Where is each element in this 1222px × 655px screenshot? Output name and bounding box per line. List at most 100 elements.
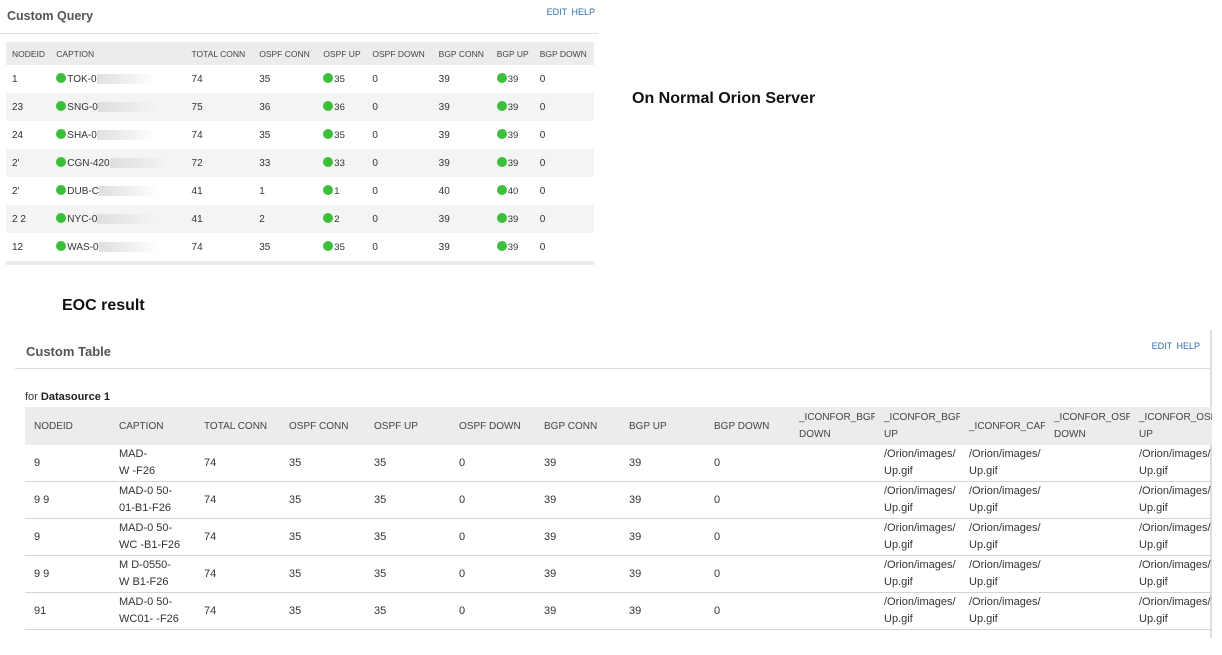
help-link[interactable]: HELP [571,7,595,17]
column-header-label: BGP CONN [544,420,598,432]
cell-ospf-down: 0 [366,233,433,265]
custom-table-panel: Custom Table EDIT HELP for Datasource 1 … [15,330,1212,640]
cell-total-conn: 74 [195,592,280,630]
node-caption-link[interactable]: DUB-C [67,186,99,197]
node-caption-link[interactable]: CGN-420 [67,158,109,169]
table-row: 9 MAD-0 50- WC -B1-F26 74 35 35 0 39 39 0/Orion/i… [25,518,1212,556]
column-header[interactable]: CAPTION [110,407,195,445]
edit-link[interactable]: EDIT [1152,341,1172,351]
icon-path-line: Up.gif [1139,502,1168,514]
help-link[interactable]: HELP [1176,341,1200,351]
column-header[interactable]: BGP CONN [535,407,620,445]
node-caption-link[interactable]: TOK-0 [67,74,96,85]
column-header[interactable]: CAPTION [50,42,186,65]
icon-path-line: Up.gif [1139,465,1168,477]
column-header-label: CAPTION [119,420,164,432]
cell-icon-bgp-down [790,555,875,593]
status-up-icon [323,129,334,139]
column-header[interactable]: _ICONFOR_OSPF DOWN [1045,407,1130,445]
cell-bgp-down: 0 [533,93,594,121]
column-header-label: UP [884,429,898,440]
column-header[interactable]: BGP DOWN [533,42,594,65]
cell-ospf-conn: 36 [253,93,318,121]
table-row: 1 TOK-0 74 35 35 0 39 39 0 [6,65,594,93]
column-header[interactable]: _ICONFOR_BGP UP [875,407,960,445]
cell-ospf-up: 35 [317,65,366,93]
node-caption-link[interactable]: SNG-0 [67,102,98,113]
column-header[interactable]: OSPF CONN [253,42,318,65]
cell-bgp-down: 0 [533,149,594,177]
column-header[interactable]: _ICONFOR_OSPF UP [1130,407,1212,445]
cell-icon-caption: /Orion/images/Up.gif [960,445,1045,482]
eoc-result-label: EOC result [62,297,145,314]
node-caption-link[interactable]: WAS-0 [67,242,98,253]
cell-icon-bgp-down [790,481,875,519]
cell-ospf-down: 0 [366,205,433,233]
cell-bgp-up: 39 [620,555,705,593]
column-header[interactable]: TOTAL CONN [195,407,280,445]
icon-path-line: /Orion/images/ [1139,522,1211,534]
cell-caption: MAD-0 50- WC01- -F26 [110,592,195,630]
column-header[interactable]: OSPF DOWN [450,407,535,445]
cell-bgp-up: 39 [620,592,705,630]
status-up-icon [56,73,67,83]
column-header-label: UP [1139,429,1153,440]
column-header[interactable]: OSPF UP [317,42,367,65]
cell-icon-ospf-up: /Orion/images/Up.gif [1130,445,1212,482]
cell-bgp-conn: 39 [535,481,620,519]
cell-icon-ospf-up: /Orion/images/Up.gif [1130,555,1212,593]
column-header[interactable]: NODEID [25,407,110,445]
column-header[interactable]: BGP DOWN [705,407,790,445]
caption-line: MAD-0 50- [119,485,173,497]
column-header-label: _ICONFOR_OSPF [1139,412,1212,423]
column-header[interactable]: BGP CONN [432,42,491,65]
icon-path-line: Up.gif [884,502,913,514]
node-caption-link[interactable]: SHA-0 [67,130,96,141]
column-header[interactable]: OSPF CONN [280,407,365,445]
cell-caption: M D-0550- W B1-F26 [110,555,195,593]
cell-icon-ospf-up: /Orion/images/Up.gif [1130,592,1212,630]
column-header[interactable]: _ICONFOR_CAPTI [960,407,1045,445]
cell-bgp-conn: 39 [535,555,620,593]
cell-ospf-up: 33 [317,149,367,177]
status-up-icon [496,157,507,167]
value: 39 [507,214,519,225]
cell-total-conn: 74 [191,129,203,141]
cell-bgp-down: 0 [539,73,546,85]
cell-icon-ospf-down [1045,518,1130,556]
value: 36 [334,102,345,113]
cell-ospf-conn: 2 [253,205,318,233]
cell-ospf-down: 0 [450,555,535,593]
cell-icon-caption: /Orion/images/Up.gif [960,555,1045,593]
cell-bgp-conn: 39 [438,73,450,85]
column-header[interactable]: TOTAL CONN [185,42,254,65]
edit-link[interactable]: EDIT [547,7,567,17]
cell-ospf-down: 0 [372,129,378,141]
column-header[interactable]: OSPF DOWN [366,42,433,65]
cell-nodeid: 2 2 [6,205,51,233]
icon-path-line: /Orion/images/ [884,485,956,497]
status-up-icon [323,73,334,83]
value: 39 [507,102,519,113]
cell-ospf-up: 35 [365,518,450,556]
column-header[interactable]: BGP UP [490,42,534,65]
column-header[interactable]: BGP UP [620,407,705,445]
column-header[interactable]: NODEID [6,42,51,65]
cell-ospf-conn: 35 [253,233,318,265]
table-row: 91 MAD-0 50- WC01- -F26 74 35 35 0 39 39 0/Orion/… [25,592,1212,630]
icon-path-line: /Orion/images/ [1139,485,1211,497]
cell-nodeid: 1 [12,73,18,85]
node-caption-link[interactable]: NYC-0 [67,214,97,225]
cell-bgp-up: 39 [491,121,534,149]
column-header[interactable]: _ICONFOR_BGP DOWN [790,407,875,445]
cell-icon-caption: /Orion/images/Up.gif [960,518,1045,556]
cell-ospf-conn: 35 [259,73,271,85]
column-header-label: _ICONFOR_BGP [884,412,960,423]
column-header[interactable]: OSPF UP [365,407,450,445]
icon-path-line: /Orion/images/ [1139,596,1211,608]
table-row: 12 WAS-0 74 35 35 0 39 39 0 [6,233,594,265]
cell-caption: DUB-C [50,177,185,205]
value: 39 [507,242,519,253]
cell-icon-bgp-down [790,592,875,630]
icon-path-line: Up.gif [1139,576,1168,588]
